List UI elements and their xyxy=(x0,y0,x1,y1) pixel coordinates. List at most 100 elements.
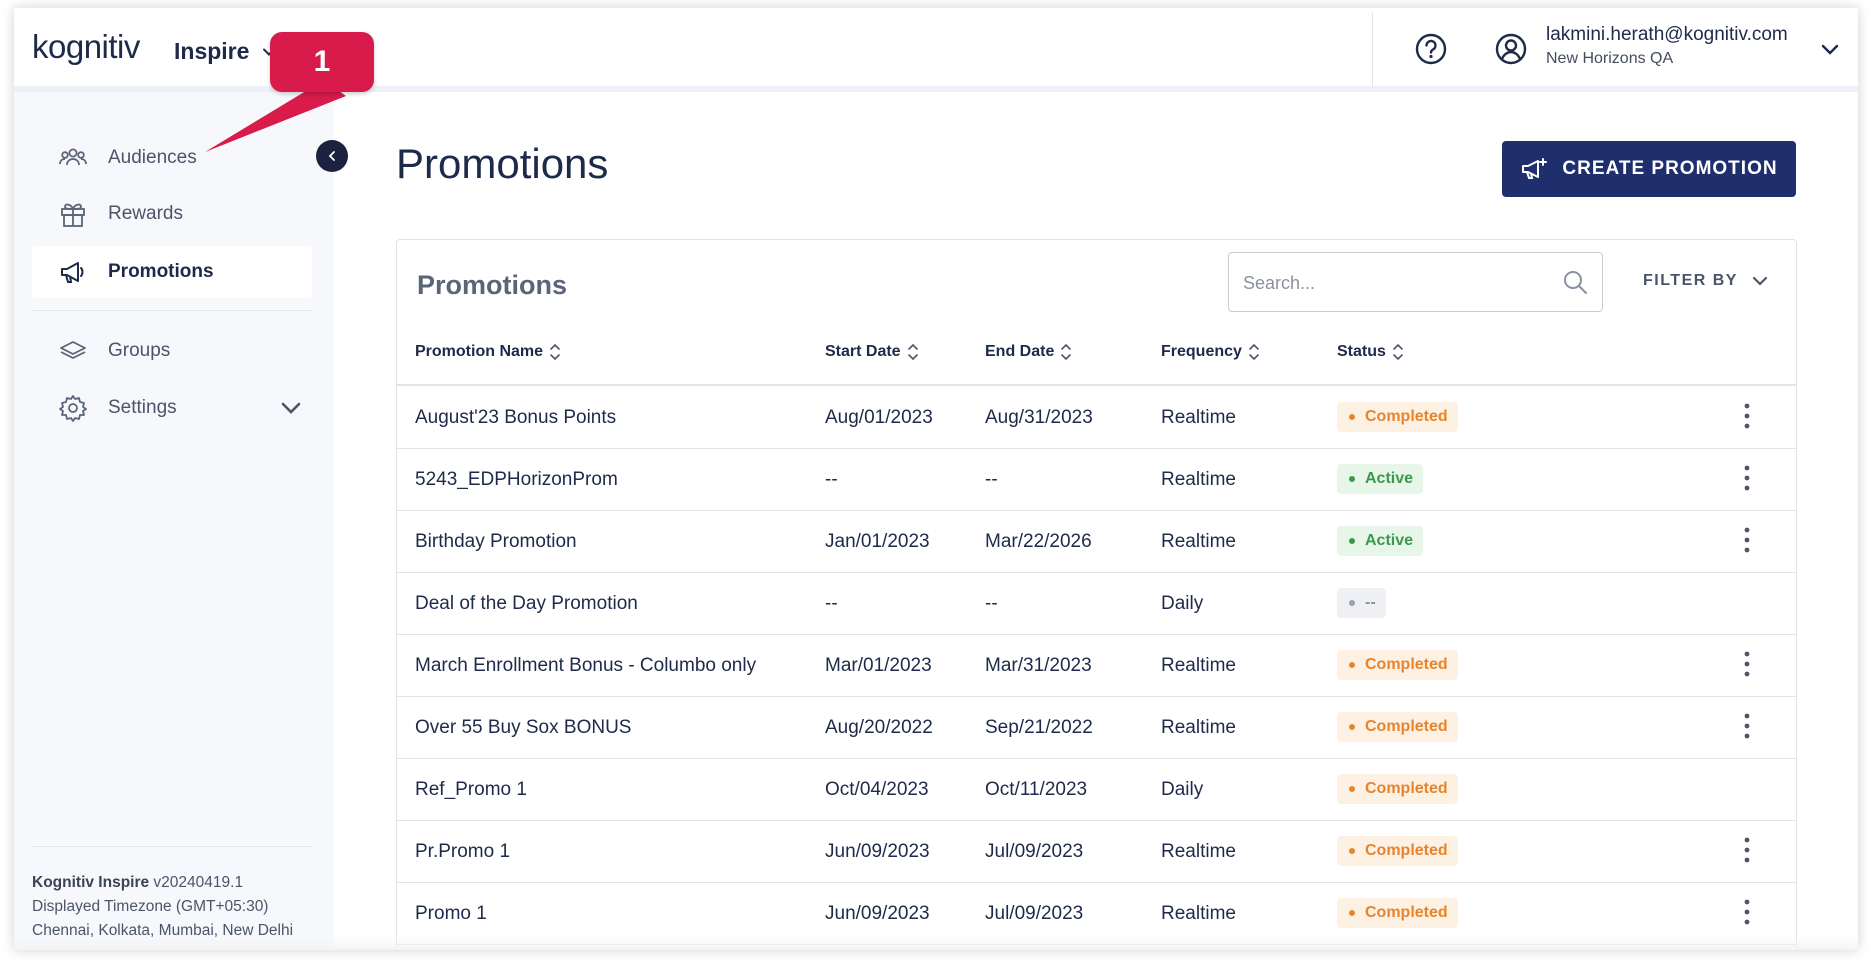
table-row[interactable]: Ref_Promo 1 Oct/04/2023 Oct/11/2023 Daily Co… xyxy=(397,759,1796,821)
promotion-name-cell[interactable]: Pr.Promo 1 xyxy=(415,841,510,863)
column-label: Status xyxy=(1337,343,1386,360)
kognitiv-logo: kognitiv xyxy=(32,28,140,66)
sort-icon xyxy=(1393,343,1403,361)
start-date-cell: -- xyxy=(825,469,838,490)
column-label: Start Date xyxy=(825,343,901,360)
sidebar-item-rewards[interactable]: Rewards xyxy=(32,188,312,240)
search-input[interactable] xyxy=(1243,269,1543,297)
status-label: Completed xyxy=(1365,904,1448,921)
version-number: v20240419.1 xyxy=(149,874,244,891)
settings-expand-chevron-icon[interactable] xyxy=(280,400,302,416)
end-date-cell: Jul/09/2023 xyxy=(985,903,1084,924)
status-dot-icon xyxy=(1349,662,1355,668)
start-date-cell: Aug/01/2023 xyxy=(825,407,933,428)
user-avatar-icon[interactable] xyxy=(1494,32,1528,66)
promotion-name-cell[interactable]: Over 55 Buy Sox BONUS xyxy=(415,717,631,739)
status-dot-icon xyxy=(1349,476,1355,482)
promotion-name-cell[interactable]: 5243_EDPHorizonProm xyxy=(415,469,618,491)
status-dot-icon xyxy=(1349,786,1355,792)
frequency-cell: Realtime xyxy=(1161,717,1236,738)
chevron-down-icon xyxy=(1752,276,1768,286)
frequency-cell: Realtime xyxy=(1161,531,1236,552)
sidebar-item-label: Promotions xyxy=(108,261,214,282)
column-label: Promotion Name xyxy=(415,343,544,360)
promotion-name-cell[interactable]: Birthday Promotion xyxy=(415,531,577,553)
sidebar-footer: Kognitiv Inspire v20240419.1 Displayed T… xyxy=(32,846,312,943)
collapse-sidebar-button[interactable] xyxy=(316,140,348,172)
status-dot-icon xyxy=(1349,600,1355,606)
status-dot-icon xyxy=(1349,724,1355,730)
status-badge: -- xyxy=(1337,588,1386,618)
table-row[interactable]: March Enrollment Bonus - Columbo only Mar… xyxy=(397,635,1796,697)
table-row[interactable]: Over 55 Buy Sox BONUS Aug/20/2022 Sep/21/2… xyxy=(397,697,1796,759)
row-actions-kebab-icon[interactable] xyxy=(1741,897,1753,927)
table-row[interactable]: Birthday Promotion Jan/01/2023 Mar/22/2026… xyxy=(397,511,1796,573)
create-promotion-label: CREATE PROMOTION xyxy=(1562,158,1778,179)
row-actions-kebab-icon[interactable] xyxy=(1741,401,1753,431)
row-actions-kebab-icon[interactable] xyxy=(1741,525,1753,555)
start-date-cell: Jun/09/2023 xyxy=(825,903,930,924)
promotion-name-cell[interactable]: March Enrollment Bonus - Columbo only xyxy=(415,655,756,677)
help-icon[interactable] xyxy=(1414,32,1448,66)
end-date-cell: -- xyxy=(985,469,998,490)
row-actions-kebab-icon[interactable] xyxy=(1741,463,1753,493)
row-actions-kebab-icon[interactable] xyxy=(1741,835,1753,865)
promotion-name-cell[interactable]: Ref_Promo 1 xyxy=(415,779,527,801)
end-date-cell: Mar/31/2023 xyxy=(985,655,1092,676)
start-date-cell: Aug/20/2022 xyxy=(825,717,933,738)
end-date-cell: -- xyxy=(985,593,998,614)
user-email: lakmini.herath@kognitiv.com xyxy=(1546,24,1788,45)
search-field[interactable] xyxy=(1228,252,1603,312)
status-badge: Completed xyxy=(1337,836,1458,866)
search-icon[interactable] xyxy=(1562,269,1588,295)
row-actions-kebab-icon[interactable] xyxy=(1741,649,1753,679)
status-label: Active xyxy=(1365,532,1414,549)
sidebar-item-promotions[interactable]: Promotions xyxy=(32,246,312,298)
column-header-start-date[interactable]: Start Date xyxy=(825,342,919,362)
table-header: Promotion Name Start Date End Date Frequ… xyxy=(397,324,1796,386)
table-row[interactable]: 5243_EDPHorizonProm -- -- Realtime Active xyxy=(397,449,1796,511)
step-callout-badge: 1 xyxy=(270,32,374,92)
sidebar-item-audiences[interactable]: Audiences xyxy=(32,132,312,184)
status-label: -- xyxy=(1365,594,1376,611)
sort-icon xyxy=(550,343,560,361)
promotion-name-cell[interactable]: Promo 1 xyxy=(415,903,487,925)
status-badge: Completed xyxy=(1337,898,1458,928)
sidebar-item-groups[interactable]: Groups xyxy=(32,325,312,377)
column-header-status[interactable]: Status xyxy=(1337,342,1404,362)
promotion-name-cell[interactable]: August'23 Bonus Points xyxy=(415,407,616,429)
table-row[interactable]: Pr.Promo 1 Jun/09/2023 Jul/09/2023 Realtime… xyxy=(397,821,1796,883)
product-name: Kognitiv Inspire xyxy=(32,874,150,891)
topbar-divider xyxy=(1372,12,1373,88)
frequency-cell: Realtime xyxy=(1161,469,1236,490)
start-date-cell: Jun/09/2023 xyxy=(825,841,930,862)
column-label: End Date xyxy=(985,343,1055,360)
column-label: Frequency xyxy=(1161,343,1242,360)
timezone-line: Displayed Timezone (GMT+05:30) xyxy=(32,898,269,915)
column-header-promotion-name[interactable]: Promotion Name xyxy=(415,342,561,362)
table-row[interactable]: August'23 Bonus Points Aug/01/2023 Aug/31/… xyxy=(397,387,1796,449)
end-date-cell: Aug/31/2023 xyxy=(985,407,1093,428)
filter-by-dropdown[interactable]: FILTER BY xyxy=(1643,272,1768,290)
sidebar-item-label: Rewards xyxy=(108,203,183,224)
user-info[interactable]: lakmini.herath@kognitiv.com New Horizons… xyxy=(1546,24,1788,68)
app-window: kognitiv Inspire lakmini.herath@kognitiv… xyxy=(14,8,1858,950)
app-switcher[interactable]: Inspire xyxy=(174,38,277,65)
end-date-cell: Oct/11/2023 xyxy=(985,779,1088,800)
start-date-cell: Oct/04/2023 xyxy=(825,779,929,800)
promotion-name-cell[interactable]: Deal of the Day Promotion xyxy=(415,593,638,615)
sidebar-item-settings[interactable]: Settings xyxy=(32,382,312,434)
column-header-end-date[interactable]: End Date xyxy=(985,342,1072,362)
row-actions-kebab-icon[interactable] xyxy=(1741,711,1753,741)
create-promotion-button[interactable]: CREATE PROMOTION xyxy=(1502,141,1796,197)
status-label: Completed xyxy=(1365,718,1448,735)
status-badge: Completed xyxy=(1337,650,1458,680)
status-dot-icon xyxy=(1349,910,1355,916)
user-menu-chevron-icon[interactable] xyxy=(1820,42,1840,56)
end-date-cell: Jul/09/2023 xyxy=(985,841,1084,862)
table-row[interactable]: Deal of the Day Promotion -- -- Daily -- xyxy=(397,573,1796,635)
column-header-frequency[interactable]: Frequency xyxy=(1161,342,1260,362)
status-label: Active xyxy=(1365,470,1414,487)
user-org: New Horizons QA xyxy=(1546,50,1674,67)
status-badge: Active xyxy=(1337,464,1424,494)
